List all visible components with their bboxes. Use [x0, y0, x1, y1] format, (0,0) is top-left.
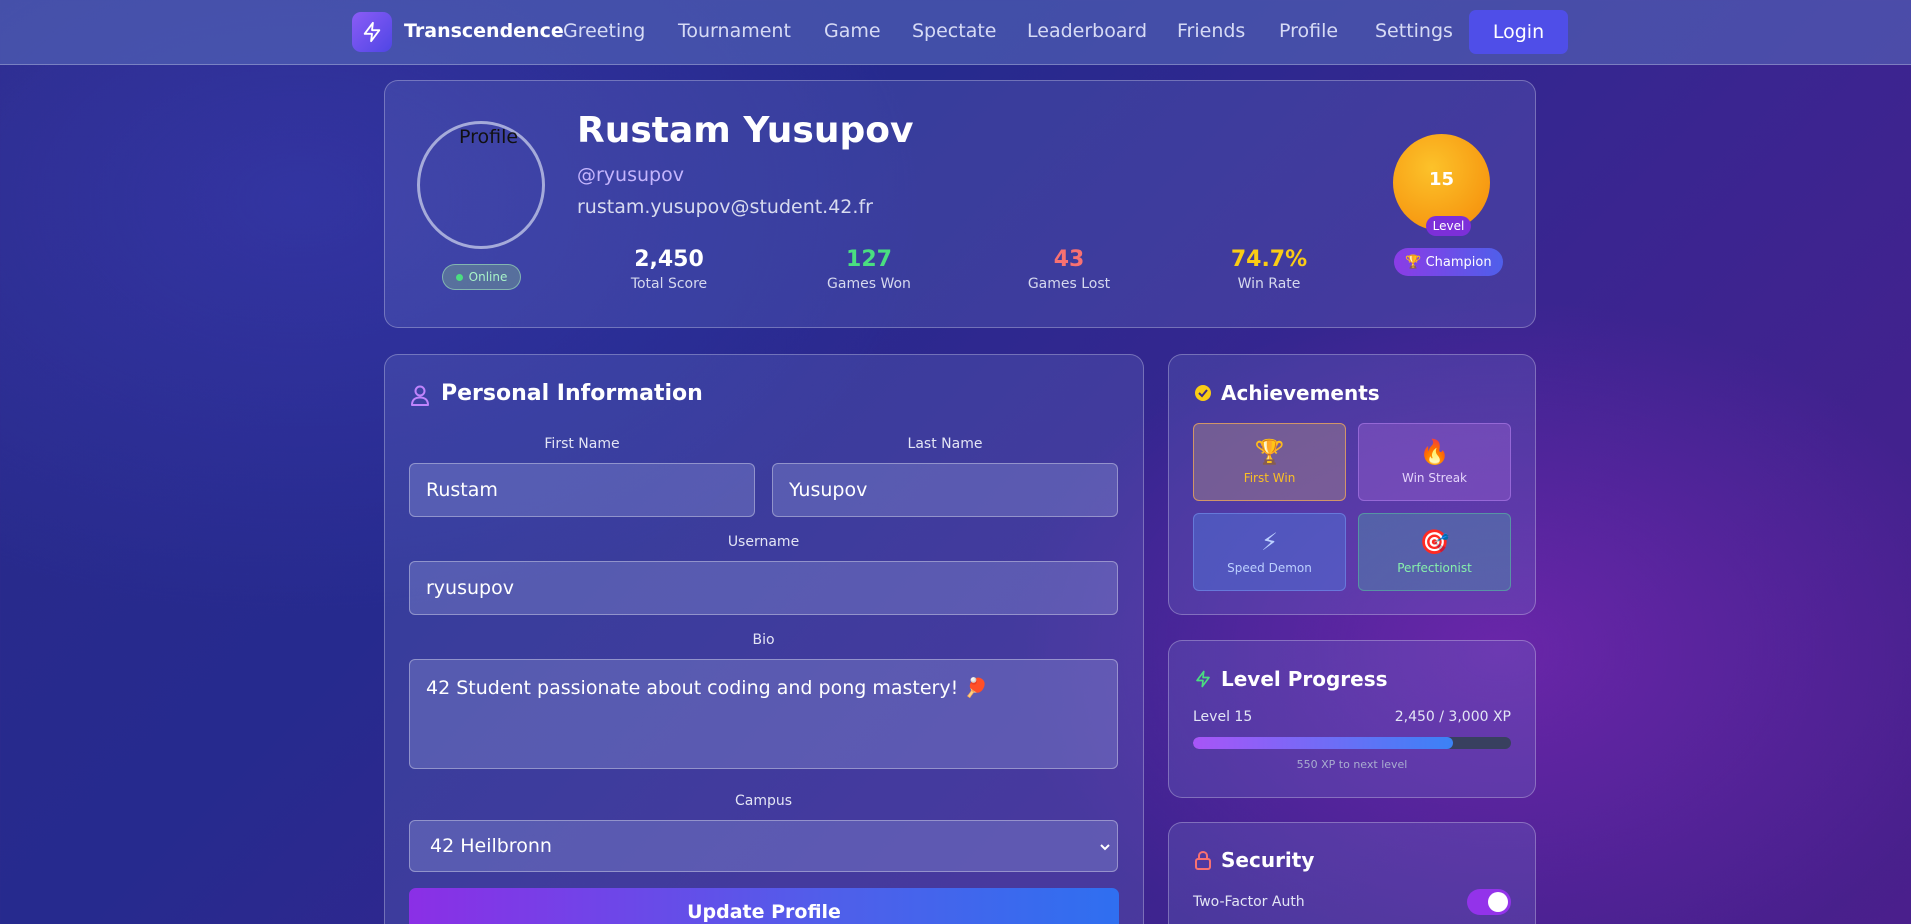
username-label: Username	[727, 534, 800, 550]
stat-value: 43	[1053, 247, 1085, 272]
achievement-label: Speed Demon	[1227, 561, 1312, 575]
username-input[interactable]: ryusupov	[409, 561, 1118, 615]
toggle-knob	[1488, 892, 1508, 912]
chevron-down-icon	[1100, 844, 1110, 851]
achievements-title: Achievements	[1221, 381, 1380, 405]
nav-item-friends[interactable]: Friends	[1177, 20, 1245, 42]
nav-item-settings[interactable]: Settings	[1375, 20, 1453, 42]
nav-item-spectate[interactable]: Spectate	[912, 20, 997, 42]
fire-icon: 🔥	[1419, 438, 1450, 466]
achievement-label: Perfectionist	[1397, 561, 1472, 575]
stat-games-lost: 43 Games Lost	[989, 247, 1149, 292]
current-level-label: Level 15	[1193, 709, 1253, 725]
nav-item-greeting[interactable]: Greeting	[563, 20, 645, 42]
bio-textarea[interactable]: 42 Student passionate about coding and p…	[409, 659, 1118, 769]
stat-label: Games Won	[827, 276, 911, 292]
target-icon: 🎯	[1419, 528, 1450, 556]
level-progress-title: Level Progress	[1221, 667, 1388, 691]
campus-label: Campus	[734, 793, 793, 809]
stat-total-score: 2,450 Total Score	[589, 247, 749, 292]
trophy-icon: 🏆	[1405, 254, 1422, 270]
nav-item-tournament[interactable]: Tournament	[678, 20, 791, 42]
user-icon	[411, 385, 429, 406]
achievement-perfectionist[interactable]: 🎯 Perfectionist	[1358, 513, 1511, 591]
logo[interactable]	[352, 12, 392, 52]
brand-name[interactable]: Transcendence	[404, 20, 564, 42]
next-level-label: 550 XP to next level	[1296, 758, 1408, 771]
rank-badge: 🏆 Champion	[1394, 248, 1503, 276]
stat-value: 127	[846, 247, 892, 272]
stat-win-rate: 74.7% Win Rate	[1189, 247, 1349, 292]
achievement-label: Win Streak	[1401, 471, 1468, 485]
two-factor-toggle[interactable]	[1467, 889, 1511, 915]
xp-label: 2,450 / 3,000 XP	[1394, 709, 1511, 725]
lightning-icon	[363, 21, 381, 43]
lock-icon	[1195, 850, 1211, 870]
stat-games-won: 127 Games Won	[789, 247, 949, 292]
badge-check-icon	[1195, 385, 1211, 401]
first-name-label: First Name	[544, 436, 620, 452]
achievement-win-streak[interactable]: 🔥 Win Streak	[1358, 423, 1511, 501]
update-profile-button[interactable]: Update Profile	[409, 888, 1119, 924]
status-text: Online	[468, 270, 508, 284]
rank-label: Champion	[1425, 254, 1492, 270]
security-title: Security	[1221, 848, 1315, 872]
achievement-first-win[interactable]: 🏆 First Win	[1193, 423, 1346, 501]
lightning-icon	[1196, 670, 1210, 688]
nav-item-game[interactable]: Game	[824, 20, 881, 42]
level-tag: Level	[1426, 216, 1471, 236]
stat-value: 2,450	[634, 247, 704, 272]
navbar: Transcendence Greeting Tournament Game S…	[0, 0, 1911, 65]
trophy-icon: 🏆	[1254, 438, 1285, 466]
level-number: 15	[1428, 169, 1455, 190]
login-button[interactable]: Login	[1469, 10, 1568, 54]
lightning-icon: ⚡	[1261, 528, 1278, 556]
profile-handle: @ryusupov	[577, 164, 684, 186]
stat-label: Win Rate	[1237, 276, 1301, 292]
profile-header-card	[384, 80, 1536, 328]
nav-item-leaderboard[interactable]: Leaderboard	[1027, 20, 1147, 42]
xp-progress-bar	[1193, 737, 1511, 749]
personal-info-title: Personal Information	[441, 381, 703, 406]
online-dot-icon	[455, 273, 463, 281]
campus-selected-value: 42 Heilbronn	[430, 835, 552, 857]
avatar-alt-text: Profile	[459, 126, 519, 148]
status-badge: Online	[442, 264, 521, 290]
stat-label: Total Score	[630, 276, 708, 292]
profile-name: Rustam Yusupov	[577, 110, 914, 151]
profile-email: rustam.yusupov@student.42.fr	[577, 196, 873, 218]
stat-label: Games Lost	[1027, 276, 1111, 292]
stat-value: 74.7%	[1230, 247, 1308, 272]
xp-progress-fill	[1193, 737, 1453, 749]
last-name-input[interactable]: Yusupov	[772, 463, 1118, 517]
bio-label: Bio	[752, 632, 775, 648]
first-name-input[interactable]: Rustam	[409, 463, 755, 517]
achievement-speed-demon[interactable]: ⚡ Speed Demon	[1193, 513, 1346, 591]
two-factor-label: Two-Factor Auth	[1193, 894, 1305, 910]
achievement-label: First Win	[1243, 471, 1296, 485]
nav-item-profile[interactable]: Profile	[1279, 20, 1338, 42]
campus-select[interactable]: 42 Heilbronn	[409, 820, 1118, 872]
last-name-label: Last Name	[907, 436, 983, 452]
